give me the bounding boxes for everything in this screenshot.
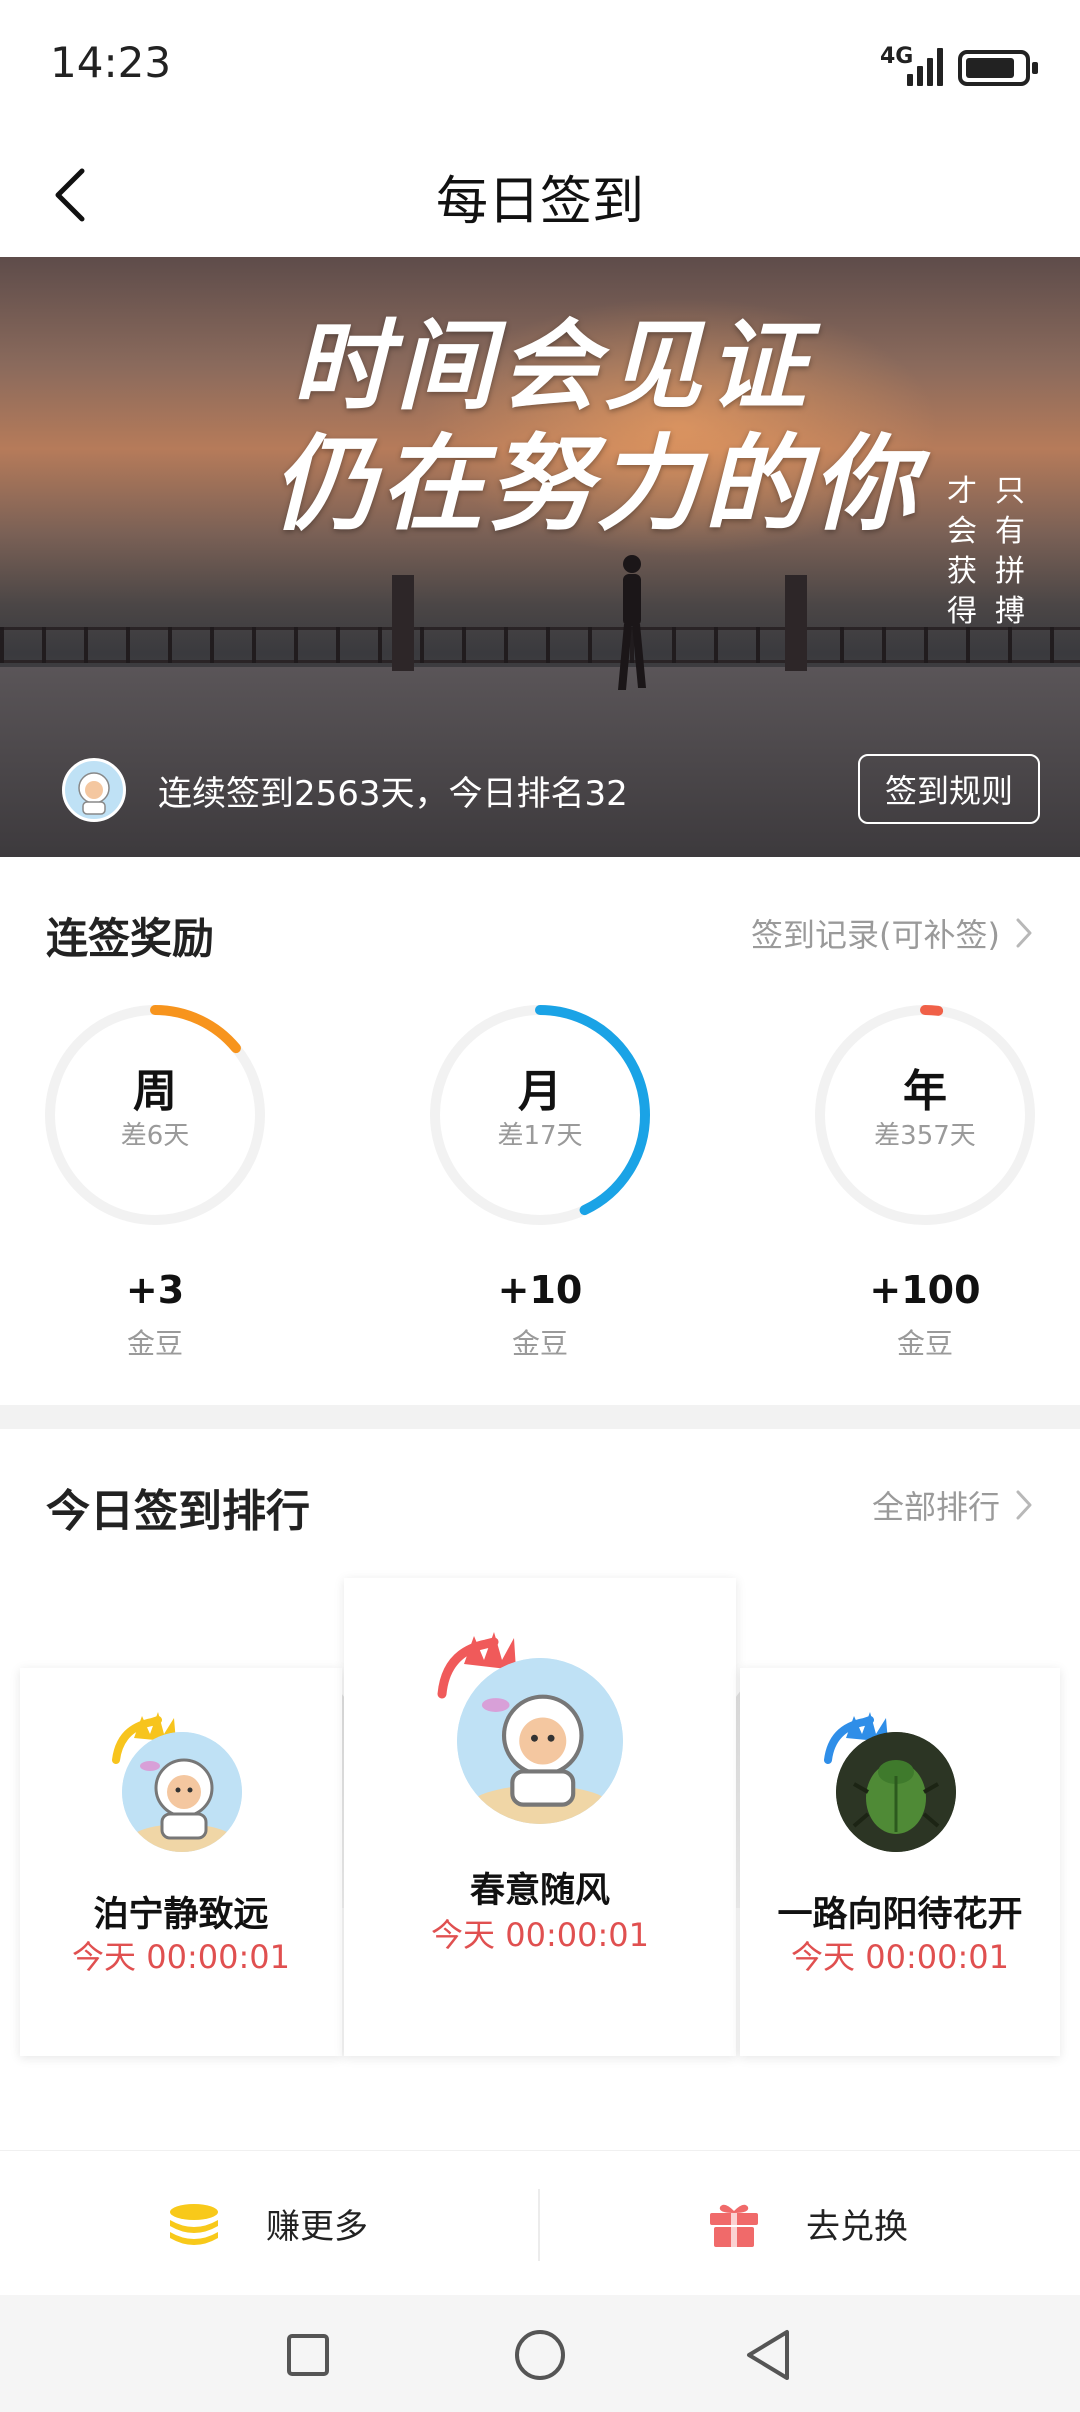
ranking-checkin-time: 今天 00:00:01	[72, 1938, 290, 1976]
redeem-label: 去兑换	[806, 2207, 908, 2247]
status-time: 14:23	[50, 38, 172, 87]
ranking-user-name: 春意随风	[469, 1871, 610, 1911]
section-title-today-ranking: 今日签到排行	[46, 1486, 310, 1537]
ranking-card-second[interactable]: 泊宁静致远 今天 00:00:01	[20, 1668, 342, 2056]
slogan-line-2: 仍在努力的你	[272, 422, 921, 545]
pier-pillar	[392, 575, 414, 671]
recent-apps-button[interactable]	[268, 2315, 348, 2395]
side-slogan-column-left: 才 会 获 得	[947, 474, 977, 629]
coin-stack-icon	[170, 2203, 218, 2245]
monthly-streak-reward: 月 差17天 +10 金豆	[425, 1000, 655, 1360]
avatar[interactable]	[836, 1732, 956, 1852]
system-navigation-bar	[0, 2295, 1080, 2412]
astronaut-avatar-icon	[457, 1658, 623, 1824]
motivation-banner: 时间会见证 仍在努力的你 只 有 拼 搏 才 会 获 得 连续签到2563天，今…	[0, 257, 1080, 857]
yearly-streak-reward: 年 差357天 +100 金豆	[810, 1000, 1040, 1360]
monthly-label: 月	[518, 1066, 562, 1117]
redeem-button[interactable]: 去兑换	[708, 2151, 908, 2296]
avatar[interactable]	[62, 758, 126, 822]
earn-more-button[interactable]: 赚更多	[168, 2151, 368, 2296]
weekly-streak-reward: 周 差6天 +3 金豆	[40, 1000, 270, 1360]
ranking-user-name: 一路向阳待花开	[777, 1895, 1023, 1935]
astronaut-avatar-icon	[66, 762, 122, 818]
gift-icon	[710, 2204, 758, 2247]
chevron-right-icon	[1016, 918, 1032, 948]
checkin-summary-text: 连续签到2563天，今日排名32	[158, 773, 628, 814]
triangle-back-icon	[747, 2330, 789, 2380]
avatar[interactable]	[457, 1658, 623, 1824]
page-title: 每日签到	[435, 172, 644, 232]
signal-strength-icon	[905, 46, 947, 86]
back-nav-button[interactable]	[728, 2315, 808, 2395]
side-slogan-column-right: 只 有 拼 搏	[995, 474, 1025, 629]
monthly-bonus-unit: 金豆	[511, 1327, 568, 1360]
all-ranking-link[interactable]: 全部排行	[872, 1482, 1034, 1528]
beetle-avatar-icon	[836, 1732, 956, 1852]
status-bar: 14:23 4G	[0, 0, 1080, 135]
ranking-checkin-time: 今天 00:00:01	[431, 1916, 649, 1954]
section-title-streak-rewards: 连签奖励	[46, 914, 215, 963]
weekly-days-remaining: 差6天	[120, 1121, 190, 1151]
square-icon	[287, 2334, 329, 2376]
weekly-label: 周	[133, 1066, 177, 1117]
battery-icon	[958, 50, 1038, 86]
yearly-bonus-unit: 金豆	[896, 1327, 953, 1360]
weekly-bonus: +3	[125, 1268, 185, 1312]
avatar[interactable]	[122, 1732, 242, 1852]
circle-icon	[515, 2330, 565, 2380]
bottom-action-bar: 赚更多 去兑换	[0, 2150, 1080, 2295]
checkin-rules-button[interactable]: 签到规则	[858, 754, 1040, 824]
ranking-card-first[interactable]: 春意随风 今天 00:00:01	[344, 1578, 736, 2056]
action-divider	[538, 2189, 540, 2261]
yearly-label: 年	[903, 1066, 947, 1117]
monthly-days-remaining: 差17天	[497, 1121, 583, 1151]
ranking-card-third[interactable]: 一路向阳待花开 今天 00:00:01	[740, 1668, 1060, 2056]
ranking-user-name: 泊宁静致远	[93, 1895, 269, 1935]
monthly-bonus: +10	[497, 1268, 583, 1312]
all-ranking-label: 全部排行	[871, 1488, 1000, 1526]
user-checkin-status: 连续签到2563天，今日排名32	[62, 755, 628, 825]
section-divider	[0, 1405, 1080, 1429]
walking-person-silhouette	[618, 555, 646, 690]
astronaut-avatar-icon	[122, 1732, 242, 1852]
checkin-record-label: 签到记录(可补签)	[751, 916, 1000, 954]
checkin-record-link[interactable]: 签到记录(可补签)	[751, 910, 1034, 956]
ranking-checkin-time: 今天 00:00:01	[791, 1938, 1009, 1976]
chevron-right-icon	[1016, 1490, 1032, 1520]
pier-pillar	[785, 575, 807, 671]
yearly-days-remaining: 差357天	[874, 1121, 976, 1151]
home-button[interactable]	[500, 2315, 580, 2395]
weekly-bonus-unit: 金豆	[126, 1327, 183, 1360]
earn-more-label: 赚更多	[266, 2207, 368, 2247]
yearly-bonus: +100	[869, 1268, 981, 1312]
top-app-bar: 每日签到	[0, 135, 1080, 257]
